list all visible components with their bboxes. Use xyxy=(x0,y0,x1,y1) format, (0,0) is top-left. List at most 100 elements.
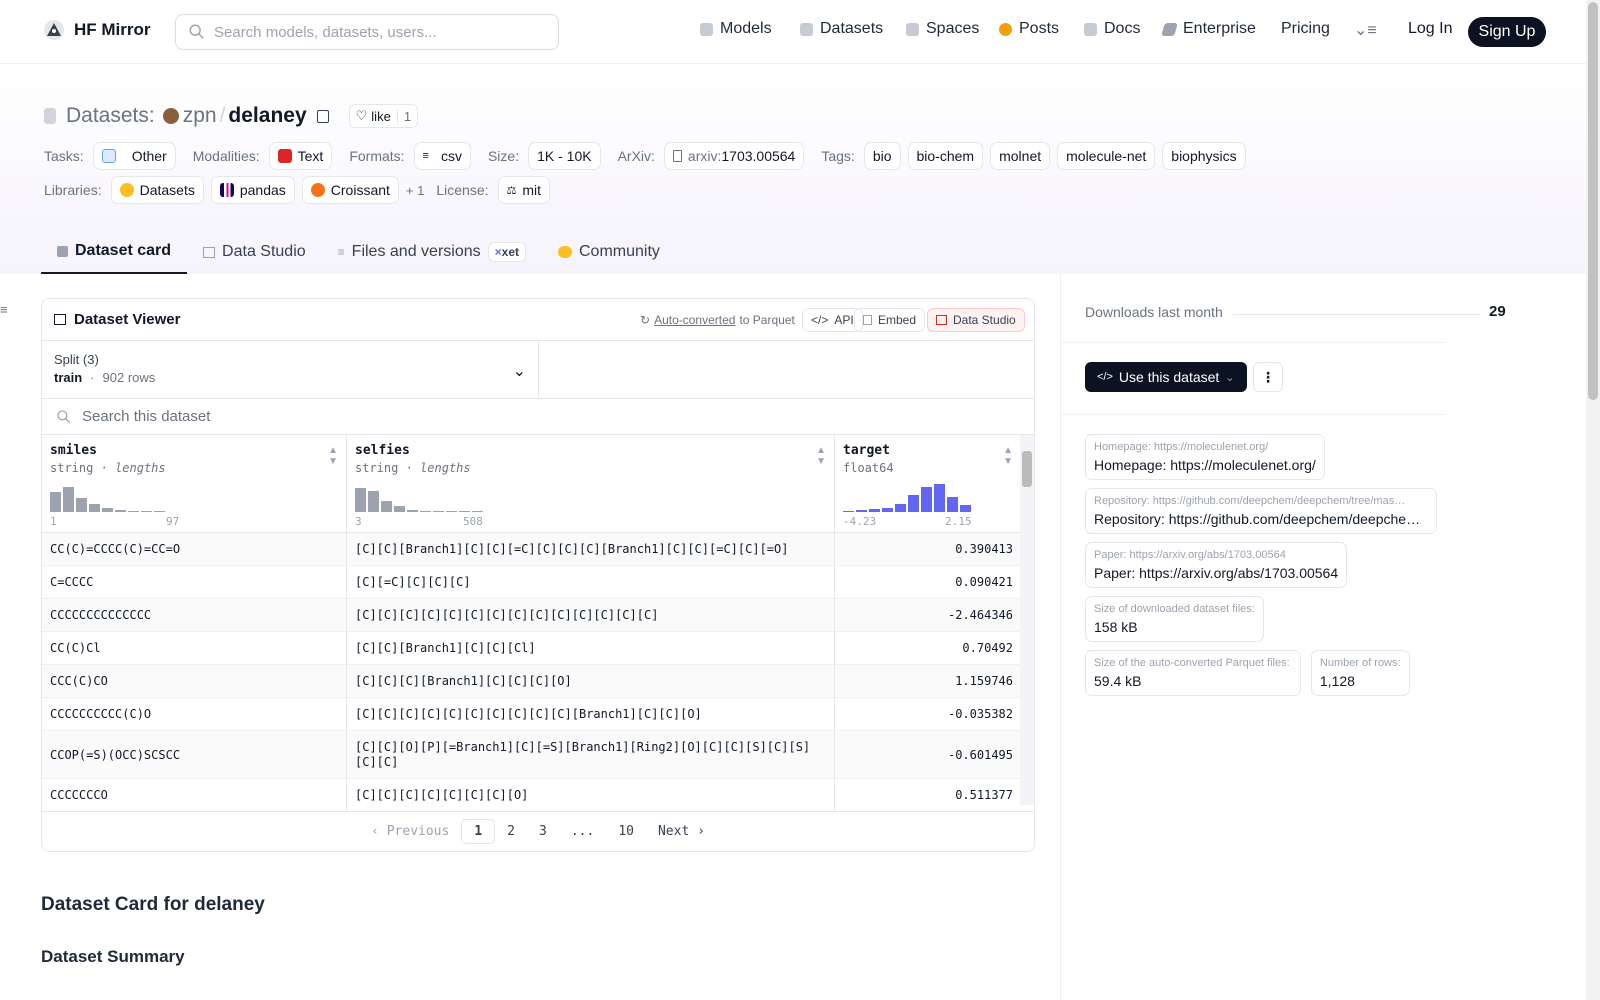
sort-icon[interactable]: ▲ ▼ xyxy=(816,445,826,467)
histogram-bar[interactable] xyxy=(446,511,457,512)
histogram-bar[interactable] xyxy=(420,510,431,512)
histogram-bar[interactable] xyxy=(394,506,405,512)
tag-chip[interactable]: biophysics xyxy=(1162,142,1246,170)
tab-community[interactable]: Community xyxy=(542,230,676,274)
more-libraries[interactable]: + 1 xyxy=(406,183,424,198)
table-cell[interactable]: 1.159746 xyxy=(835,665,1021,697)
size-chip[interactable]: 1K - 10K xyxy=(528,142,601,170)
histogram-bar[interactable] xyxy=(459,511,470,512)
sort-icon[interactable]: ▲ ▼ xyxy=(328,445,338,467)
histogram-bar[interactable] xyxy=(472,511,483,512)
histogram-bar[interactable] xyxy=(76,498,87,512)
histogram-bar[interactable] xyxy=(407,509,418,512)
table-cell[interactable]: 0.090421 xyxy=(835,566,1021,598)
table-row[interactable]: CCCCCCCO [C][C][C][C][C][C][C][O] 0.511377 xyxy=(42,779,1034,812)
histogram-bar[interactable] xyxy=(921,486,932,512)
histogram-bar[interactable] xyxy=(355,488,366,512)
histogram-bar[interactable] xyxy=(102,507,113,512)
table-row[interactable]: CCC(C)CO [C][C][C][Branch1][C][C][C][O] 1.… xyxy=(42,665,1034,698)
histogram-bar[interactable] xyxy=(128,510,139,512)
histogram-bar[interactable] xyxy=(89,503,100,512)
tag-chip[interactable]: bio xyxy=(863,142,901,170)
auto-converted-link[interactable]: Auto-converted xyxy=(654,313,735,327)
table-cell[interactable]: -0.601495 xyxy=(835,731,1021,778)
nav-docs[interactable]: Docs xyxy=(1084,20,1140,38)
table-cell[interactable]: 0.511377 xyxy=(835,779,1021,811)
copy-icon[interactable] xyxy=(316,109,329,123)
table-cell[interactable]: [C][C][Branch1][C][C][Cl] xyxy=(347,632,835,664)
login-link[interactable]: Log In xyxy=(1408,20,1452,38)
tag-chip[interactable]: molecule-net xyxy=(1057,142,1156,170)
breadcrumb-prefix[interactable]: Datasets: xyxy=(66,104,155,128)
license-chip[interactable]: ⚖ mit xyxy=(497,176,551,204)
histogram-bar[interactable] xyxy=(381,500,392,512)
table-scrollbar-thumb[interactable] xyxy=(1022,451,1032,487)
column-header-selfies[interactable]: selfies string · lengths 3 508 ▲ ▼ xyxy=(347,435,835,532)
page-button-current[interactable]: 1 xyxy=(461,819,496,844)
dataset-search-input[interactable]: Search this dataset xyxy=(42,399,1034,435)
histogram-bar[interactable] xyxy=(154,510,165,512)
histogram-bar[interactable] xyxy=(50,492,61,512)
tag-chip[interactable]: bio-chem xyxy=(907,142,984,170)
histogram-bar[interactable] xyxy=(63,486,74,512)
table-cell[interactable]: [C][C][C][C][C][C][C][O] xyxy=(347,779,835,811)
nav-posts[interactable]: Posts xyxy=(999,20,1059,38)
page-scrollbar[interactable] xyxy=(1586,0,1600,1000)
signup-button[interactable]: Sign Up xyxy=(1468,17,1546,47)
breadcrumb-owner[interactable]: zpn xyxy=(183,104,217,128)
histogram-bar[interactable] xyxy=(960,505,971,512)
table-scrollbar[interactable] xyxy=(1020,435,1034,805)
histogram-bar[interactable] xyxy=(856,510,867,512)
histogram-bar[interactable] xyxy=(908,495,919,512)
previous-page-button[interactable]: ‹ Previous xyxy=(359,820,461,843)
page-button[interactable]: 10 xyxy=(606,820,646,843)
data-studio-button[interactable]: Data Studio xyxy=(927,308,1025,332)
nav-enterprise[interactable]: Enterprise xyxy=(1161,20,1256,38)
table-cell[interactable]: CC(C)Cl xyxy=(42,632,347,664)
table-cell[interactable]: [C][C][C][C][C][C][C][C][C][C][C][C][C][… xyxy=(347,599,835,631)
format-chip[interactable]: ≡ csv xyxy=(413,142,471,170)
like-button[interactable]: ♡ like 1 xyxy=(348,104,419,128)
histogram-bar[interactable] xyxy=(869,509,880,512)
histogram-bar[interactable] xyxy=(895,503,906,512)
brand-logo[interactable]: HF Mirror xyxy=(42,18,151,42)
nav-models[interactable]: Models xyxy=(700,20,772,38)
tab-dataset-card[interactable]: Dataset card xyxy=(41,230,188,274)
histogram-bar[interactable] xyxy=(934,484,945,512)
sort-icon[interactable]: ▲ ▼ xyxy=(1003,445,1013,467)
library-chip[interactable]: Croissant xyxy=(301,176,399,204)
table-row[interactable]: CC(C)=CCCC(C)=CC=O [C][C][Branch1][C][C][… xyxy=(42,533,1034,566)
next-page-button[interactable]: Next › xyxy=(646,820,717,843)
histogram-bar[interactable] xyxy=(141,511,152,512)
tab-files[interactable]: ≡ Files and versions ×xet xyxy=(322,230,542,274)
global-search-input[interactable]: Search models, datasets, users... xyxy=(175,14,559,50)
dataset-name[interactable]: delaney xyxy=(228,104,306,128)
arxiv-chip[interactable]: arxiv:1703.00564 xyxy=(663,142,805,170)
more-menu-icon[interactable]: ⌄≡ xyxy=(1354,20,1377,40)
histogram-bar[interactable] xyxy=(115,509,126,512)
table-row[interactable]: CCCCCCCCCC(C)O [C][C][C][C][C][C][C][C][C… xyxy=(42,698,1034,731)
table-row[interactable]: CC(C)Cl [C][C][Branch1][C][C][Cl] 0.70492 xyxy=(42,632,1034,665)
homepage-card[interactable]: Homepage: https://moleculenet.org/Homepa… xyxy=(1085,434,1325,480)
nav-datasets[interactable]: Datasets xyxy=(800,20,883,38)
table-cell[interactable]: CCCCCCCCCC(C)O xyxy=(42,698,347,730)
more-options-button[interactable]: ⋮ xyxy=(1253,362,1283,392)
table-cell[interactable]: -2.464346 xyxy=(835,599,1021,631)
table-cell[interactable]: 0.390413 xyxy=(835,533,1021,565)
histogram-bar[interactable] xyxy=(882,507,893,512)
task-chip[interactable]: Other xyxy=(92,142,176,170)
use-dataset-button[interactable]: </> Use this dataset ⌄ xyxy=(1085,362,1247,392)
histogram-bar[interactable] xyxy=(843,510,854,512)
nav-spaces[interactable]: Spaces xyxy=(906,20,979,38)
table-cell[interactable]: CCCCCCCO xyxy=(42,779,347,811)
library-chip[interactable]: pandas xyxy=(210,176,295,204)
column-header-target[interactable]: target float64 -4.23 2.15 ▲ ▼ xyxy=(835,435,1021,532)
table-cell[interactable]: [C][=C][C][C][C] xyxy=(347,566,835,598)
column-header-smiles[interactable]: smiles string · lengths 1 97 ▲ ▼ xyxy=(42,435,347,532)
repository-card[interactable]: Repository: https://github.com/deepchem/… xyxy=(1085,488,1437,534)
paper-card[interactable]: Paper: https://arxiv.org/abs/1703.00564 P… xyxy=(1085,542,1348,588)
table-cell[interactable]: CCCCCCCCCCCCCC xyxy=(42,599,347,631)
table-row[interactable]: CCCCCCCCCCCCCC [C][C][C][C][C][C][C][C][C… xyxy=(42,599,1034,632)
table-row[interactable]: C=CCCC [C][=C][C][C][C] 0.090421 xyxy=(42,566,1034,599)
table-cell[interactable]: [C][C][C][Branch1][C][C][C][O] xyxy=(347,665,835,697)
